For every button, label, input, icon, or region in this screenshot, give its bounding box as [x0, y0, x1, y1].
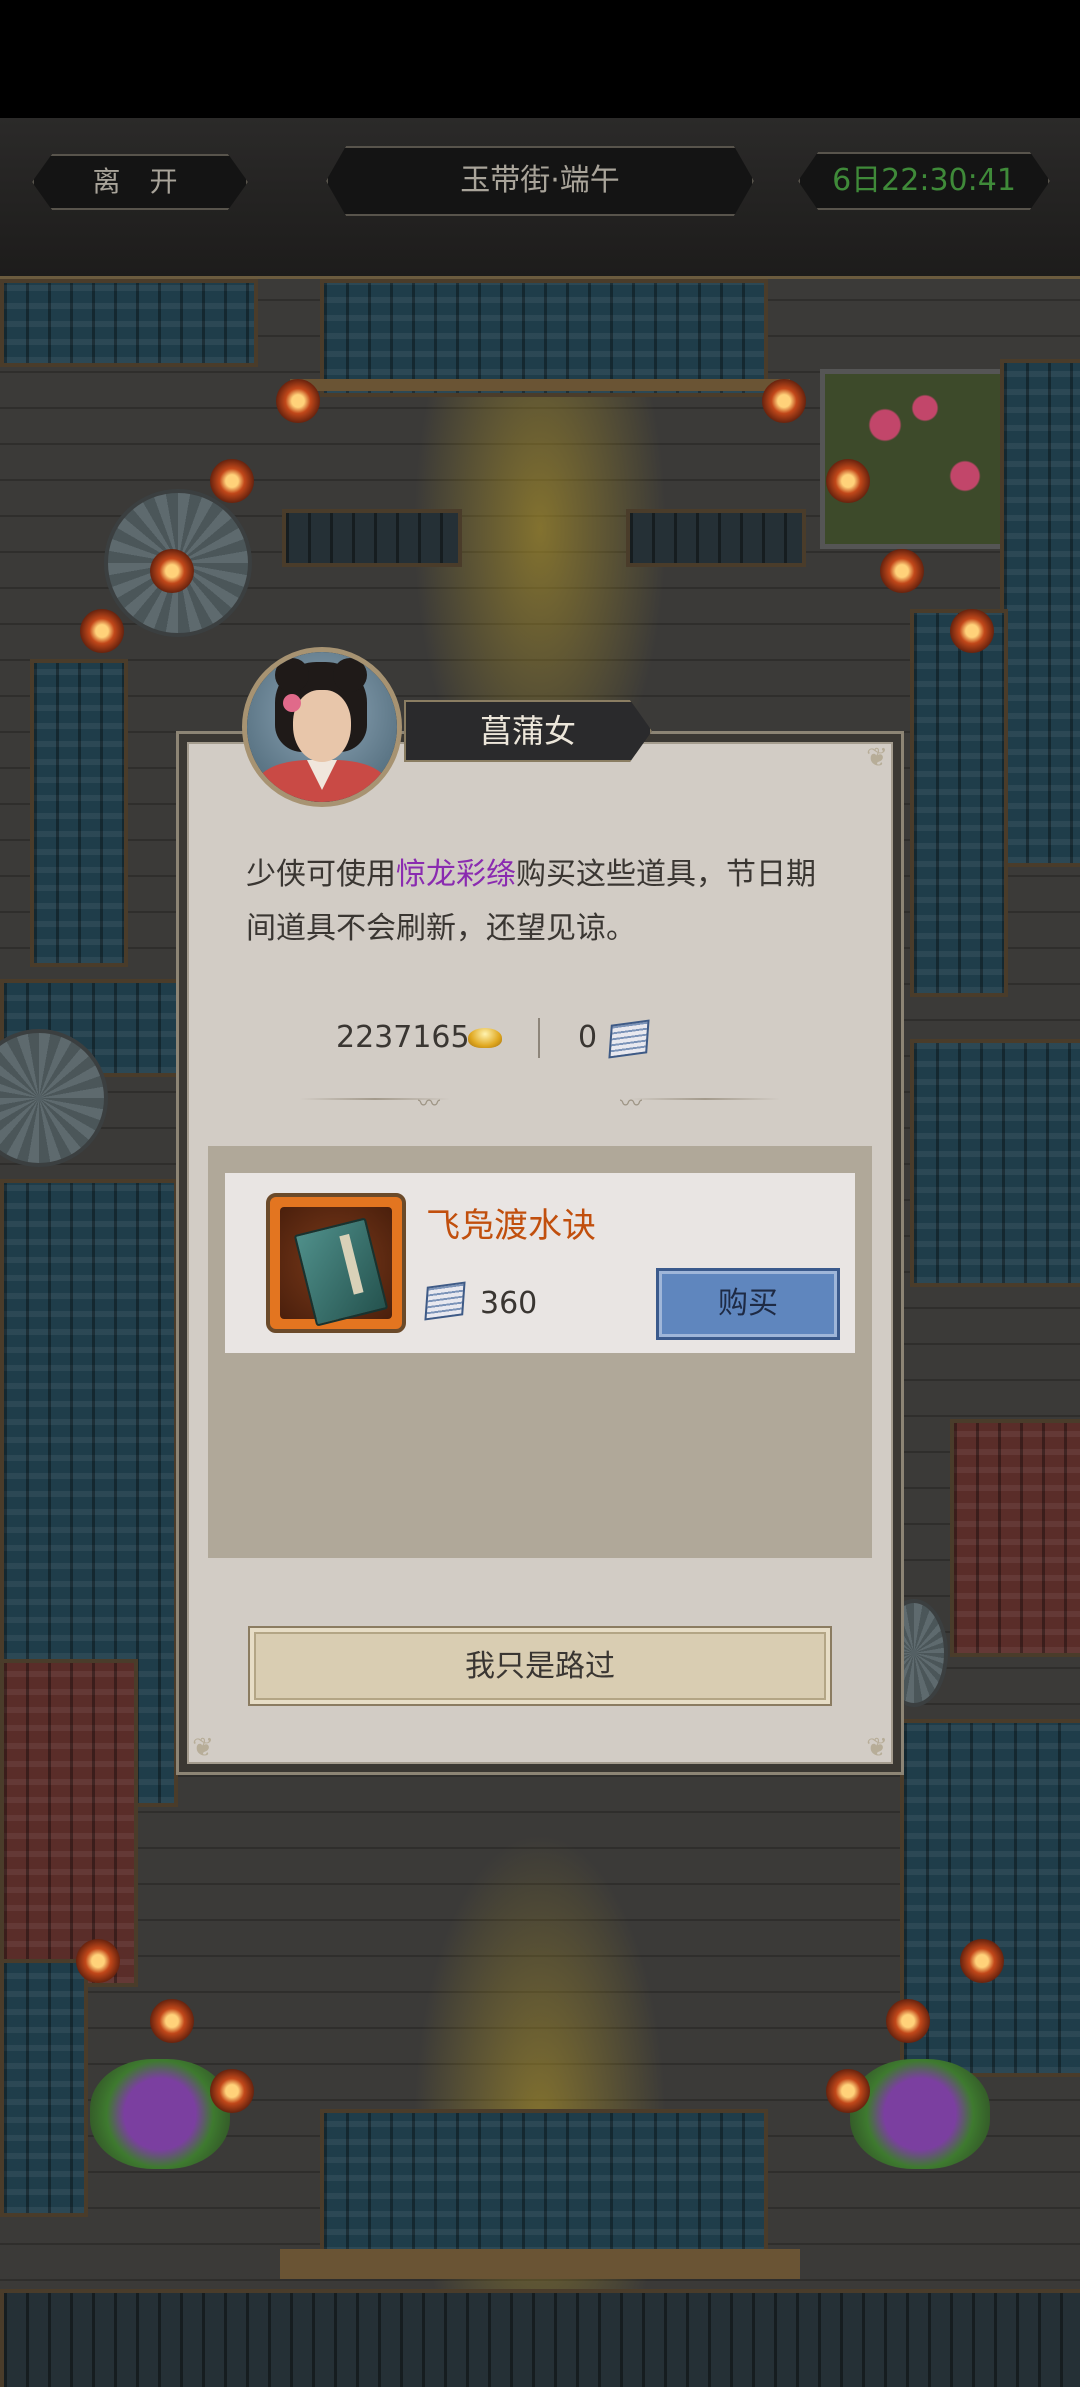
gold-ingot-icon [468, 1028, 502, 1048]
lantern [960, 1939, 1004, 1983]
roof-left-red [0, 1659, 138, 1987]
silk-ribbon-book-icon [608, 1019, 650, 1059]
corner-ornament-icon: ❦ [866, 1733, 888, 1763]
lantern [826, 2069, 870, 2113]
roof-right-1 [1000, 359, 1080, 867]
location-title: 玉带街·端午 [326, 146, 754, 216]
roof-ledge-right [626, 509, 806, 567]
plant-right [850, 2059, 990, 2169]
top-bar: 离 开 玉带街·端午 6日22:30:41 [0, 118, 1080, 279]
event-countdown: 6日22:30:41 [798, 152, 1050, 210]
npc-name: 菖蒲女 [404, 700, 652, 762]
lantern [150, 549, 194, 593]
divider-ornament-icon: 〰 [620, 1092, 643, 1117]
roof-ledge-left [282, 509, 462, 567]
currency-row: 2237165 0 [176, 1010, 904, 1066]
silk-ribbon-book-icon [424, 1281, 466, 1321]
lantern [950, 609, 994, 653]
token-amount: 0 [578, 1020, 598, 1055]
currency-separator [538, 1018, 540, 1058]
roof-right-3 [910, 1039, 1080, 1287]
currency-name-highlight: 惊龙彩绦 [396, 857, 516, 892]
lantern [826, 459, 870, 503]
item-name: 飞凫渡水诀 [426, 1206, 596, 1246]
roof-top-left [0, 279, 258, 367]
divider-ornament-icon: 〰 [418, 1092, 441, 1117]
buy-button[interactable]: 购买 [656, 1268, 840, 1340]
silver-amount: 2237165 [336, 1020, 470, 1055]
message-text-start: 少侠可使用 [246, 857, 396, 892]
status-bar [0, 0, 1080, 118]
lantern [76, 1939, 120, 1983]
item-icon-frame[interactable] [266, 1193, 406, 1333]
leave-button[interactable]: 离 开 [32, 154, 248, 210]
plant-left [90, 2059, 230, 2169]
lantern [762, 379, 806, 423]
roof-bottom-strip [0, 2289, 1080, 2387]
manual-book-icon [293, 1217, 389, 1327]
just-passing-button[interactable]: 我只是路过 [248, 1626, 832, 1706]
corner-ornament-icon: ❦ [192, 1733, 214, 1763]
roof-right-red [950, 1419, 1080, 1657]
lantern [80, 609, 124, 653]
lantern [880, 549, 924, 593]
divider-right [630, 1098, 780, 1100]
roof-left-4 [0, 1959, 88, 2217]
lantern [210, 459, 254, 503]
roof-right-2 [910, 609, 1008, 997]
lantern [150, 1999, 194, 2043]
dialog-message: 少侠可使用惊龙彩绦购买这些道具，节日期间道具不会刷新，还望见谅。 [246, 848, 836, 956]
item-price: 360 [480, 1286, 538, 1321]
lantern [276, 379, 320, 423]
wall-top [290, 379, 790, 391]
wall-bottom [280, 2249, 800, 2279]
lantern [886, 1999, 930, 2043]
corner-ornament-icon: ❦ [866, 743, 888, 773]
roof-left-1 [30, 659, 128, 967]
npc-avatar [242, 647, 402, 807]
roof-bottom-center [320, 2109, 768, 2257]
lantern [210, 2069, 254, 2113]
